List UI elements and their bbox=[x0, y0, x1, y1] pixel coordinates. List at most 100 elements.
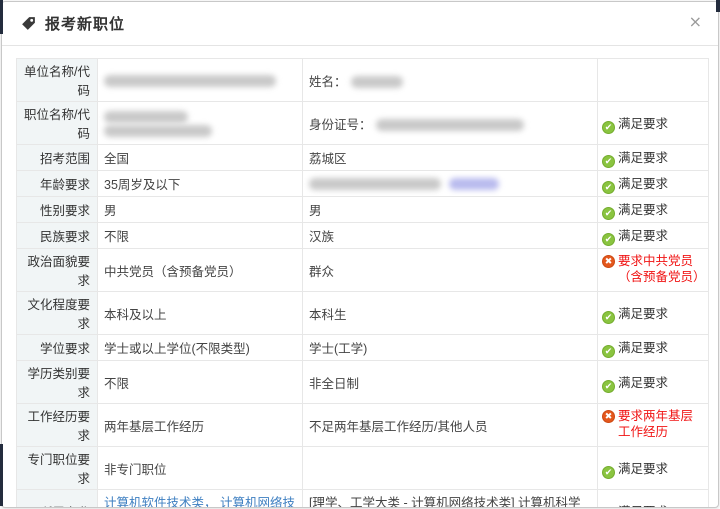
status-cell bbox=[598, 59, 709, 102]
table-row-special-position: 专门职位要求 非专门职位 ✔满足要求 bbox=[17, 447, 709, 490]
status-cell: ✔满足要求 bbox=[598, 102, 709, 145]
row-label: 文化程度要求 bbox=[17, 292, 98, 335]
requirement-cell: 中共党员（含预备党员） bbox=[98, 249, 303, 292]
applicant-cell: 男 bbox=[303, 197, 598, 223]
page-edge-artifact bbox=[0, 0, 3, 34]
status-text: 满足要求 bbox=[618, 307, 668, 321]
applicant-cell: 身份证号： bbox=[303, 102, 598, 145]
redacted-text bbox=[376, 119, 524, 131]
requirement-cell: 学士或以上学位(不限类型) bbox=[98, 335, 303, 361]
table-row-degree: 学位要求 学士或以上学位(不限类型) 学士(工学) ✔满足要求 bbox=[17, 335, 709, 361]
status-cell: ✔满足要求 bbox=[598, 447, 709, 490]
requirement-cell: 全国 bbox=[98, 145, 303, 171]
redacted-text bbox=[449, 178, 499, 190]
check-icon: ✔ bbox=[602, 345, 615, 358]
status-text: 满足要求 bbox=[618, 177, 668, 191]
requirement-cell: 不限 bbox=[98, 223, 303, 249]
tag-icon bbox=[20, 15, 37, 32]
major-category-link[interactable]: 计算机软件技术类， 计算机网络技术类 bbox=[104, 496, 295, 508]
requirement-cell: 非专门职位 bbox=[98, 447, 303, 490]
table-row-education-type: 学历类别要求 不限 非全日制 ✔满足要求 bbox=[17, 361, 709, 404]
status-text: 满足要求 bbox=[618, 117, 668, 131]
applicant-cell: 荔城区 bbox=[303, 145, 598, 171]
status-text: 满足要求 bbox=[618, 151, 668, 165]
row-label: 民族要求 bbox=[17, 223, 98, 249]
redacted-text bbox=[351, 76, 403, 88]
page-edge-artifact bbox=[0, 444, 3, 506]
requirement-cell bbox=[98, 59, 303, 102]
status-cell: ✔满足要求 bbox=[598, 145, 709, 171]
name-label: 姓名： bbox=[309, 75, 347, 89]
redacted-text bbox=[104, 75, 276, 87]
status-text: 满足要求 bbox=[618, 462, 668, 476]
table-row-gender: 性别要求 男 男 ✔满足要求 bbox=[17, 197, 709, 223]
applicant-cell bbox=[303, 171, 598, 197]
table-row-position-name: 职位名称/代码 身份证号： ✔满足要求 bbox=[17, 102, 709, 145]
table-row-work-experience: 工作经历要求 两年基层工作经历 不足两年基层工作经历/其他人员 ✖要求两年基层工… bbox=[17, 404, 709, 447]
table-row-required-major: 所需专业 计算机软件技术类， 计算机网络技术类 [理学、工学大类 - 计算机网络… bbox=[17, 490, 709, 509]
status-text: 要求中共党员（含预备党员） bbox=[618, 254, 702, 285]
requirements-table: 单位名称/代码 姓名： 职位名称/代码 身份证号： ✔满足要求 招考范围 全国 … bbox=[16, 58, 709, 508]
table-row-unit-name: 单位名称/代码 姓名： bbox=[17, 59, 709, 102]
row-label: 职位名称/代码 bbox=[17, 102, 98, 145]
status-cell: ✔满足要求 bbox=[598, 223, 709, 249]
applicant-cell: 学士(工学) bbox=[303, 335, 598, 361]
applicant-cell: 本科生 bbox=[303, 292, 598, 335]
redacted-text bbox=[104, 125, 212, 137]
status-cell: ✔满足要求 bbox=[598, 490, 709, 509]
cross-icon: ✖ bbox=[602, 410, 615, 423]
cross-icon: ✖ bbox=[602, 255, 615, 268]
requirement-cell: 本科及以上 bbox=[98, 292, 303, 335]
applicant-cell: [理学、工学大类 - 计算机网络技术类] 计算机科学与技术 bbox=[303, 490, 598, 509]
apply-new-position-dialog: 报考新职位 × 单位名称/代码 姓名： 职位名称/代码 身份证号： ✔满足要求 … bbox=[1, 1, 719, 508]
table-row-recruit-scope: 招考范围 全国 荔城区 ✔满足要求 bbox=[17, 145, 709, 171]
check-icon: ✔ bbox=[602, 233, 615, 246]
check-icon: ✔ bbox=[602, 207, 615, 220]
requirement-cell: 不限 bbox=[98, 361, 303, 404]
page-edge-artifact bbox=[716, 0, 720, 12]
status-text: 满足要求 bbox=[618, 376, 668, 390]
check-icon: ✔ bbox=[602, 466, 615, 479]
status-cell: ✔满足要求 bbox=[598, 361, 709, 404]
dialog-title: 报考新职位 bbox=[45, 13, 125, 34]
check-icon: ✔ bbox=[602, 380, 615, 393]
check-icon: ✔ bbox=[602, 181, 615, 194]
row-label: 专门职位要求 bbox=[17, 447, 98, 490]
status-text: 满足要求 bbox=[618, 505, 668, 509]
dialog-body: 单位名称/代码 姓名： 职位名称/代码 身份证号： ✔满足要求 招考范围 全国 … bbox=[2, 46, 718, 508]
row-label: 单位名称/代码 bbox=[17, 59, 98, 102]
redacted-text bbox=[309, 178, 441, 190]
row-label: 工作经历要求 bbox=[17, 404, 98, 447]
status-cell: ✔满足要求 bbox=[598, 335, 709, 361]
dialog-header: 报考新职位 × bbox=[2, 2, 718, 46]
row-label: 性别要求 bbox=[17, 197, 98, 223]
status-text: 满足要求 bbox=[618, 341, 668, 355]
id-number-label: 身份证号： bbox=[309, 118, 372, 132]
requirement-cell: 两年基层工作经历 bbox=[98, 404, 303, 447]
redacted-text bbox=[104, 111, 188, 123]
row-label: 学历类别要求 bbox=[17, 361, 98, 404]
status-cell: ✖要求中共党员（含预备党员） bbox=[598, 249, 709, 292]
close-icon[interactable]: × bbox=[689, 14, 702, 30]
status-text: 满足要求 bbox=[618, 229, 668, 243]
status-cell: ✔满足要求 bbox=[598, 171, 709, 197]
applicant-cell: 非全日制 bbox=[303, 361, 598, 404]
table-row-political-status: 政治面貌要求 中共党员（含预备党员） 群众 ✖要求中共党员（含预备党员） bbox=[17, 249, 709, 292]
status-cell: ✖要求两年基层工作经历 bbox=[598, 404, 709, 447]
row-label: 年龄要求 bbox=[17, 171, 98, 197]
requirement-cell: 35周岁及以下 bbox=[98, 171, 303, 197]
applicant-cell: 群众 bbox=[303, 249, 598, 292]
status-text: 要求两年基层工作经历 bbox=[618, 409, 702, 440]
status-cell: ✔满足要求 bbox=[598, 197, 709, 223]
applicant-cell: 姓名： bbox=[303, 59, 598, 102]
status-cell: ✔满足要求 bbox=[598, 292, 709, 335]
requirement-cell bbox=[98, 102, 303, 145]
check-icon: ✔ bbox=[602, 121, 615, 134]
row-label: 政治面貌要求 bbox=[17, 249, 98, 292]
applicant-cell: 汉族 bbox=[303, 223, 598, 249]
table-row-age: 年龄要求 35周岁及以下 ✔满足要求 bbox=[17, 171, 709, 197]
requirement-cell: 计算机软件技术类， 计算机网络技术类 bbox=[98, 490, 303, 509]
table-row-ethnicity: 民族要求 不限 汉族 ✔满足要求 bbox=[17, 223, 709, 249]
applicant-cell bbox=[303, 447, 598, 490]
row-label: 招考范围 bbox=[17, 145, 98, 171]
